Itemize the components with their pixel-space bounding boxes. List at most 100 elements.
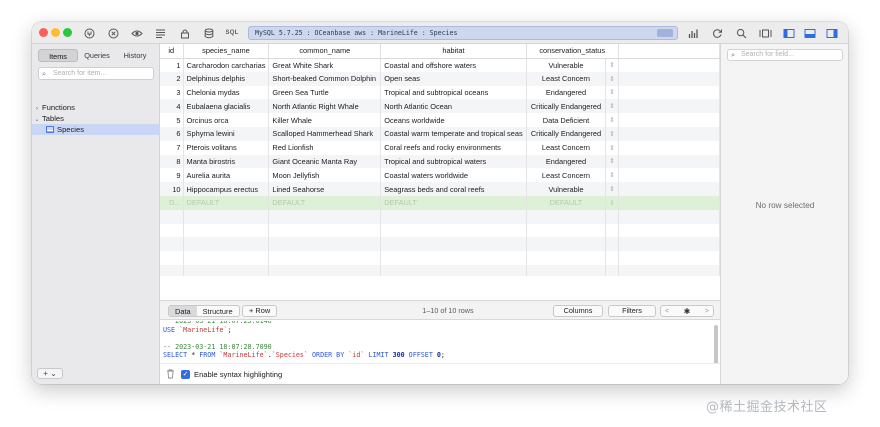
tree-item-tables[interactable]: ⌄ Tables [32,113,160,124]
cell-id[interactable]: 10 [160,182,184,196]
cell-conservation-status[interactable]: Critically Endangered [526,99,607,114]
column-header-id[interactable]: id [160,44,184,59]
new-cell-id[interactable]: D... [160,195,184,210]
sidebar-search-input[interactable]: ⌕ Search for item... [38,67,154,80]
cell-species-name[interactable]: Hippocampus erectus [183,182,270,196]
syntax-highlighting-checkbox[interactable]: ✓ [181,370,190,379]
column-header-species-name[interactable]: species_name [183,44,270,59]
cell-id[interactable]: 7 [160,140,184,155]
stop-icon[interactable] [106,26,120,40]
cell-habitat[interactable]: Coral reefs and rocky environments [380,140,527,155]
status-stepper-icon[interactable]: ⇕ [605,168,619,183]
cell-species-name[interactable]: Manta birostris [183,154,270,169]
cell-common-name[interactable]: Lined Seahorse [268,182,382,196]
tab-queries[interactable]: Queries [78,49,116,62]
cell-species-name[interactable]: Orcinus orca [183,113,270,127]
table-row[interactable]: 6 Sphyrna lewini Scalloped Hammerhead Shar… [160,126,720,141]
cell-common-name[interactable]: Scalloped Hammerhead Shark [268,126,382,141]
status-stepper-icon[interactable]: ⇕ [605,140,619,155]
cell-habitat[interactable]: Oceans worldwide [380,113,527,127]
database-icon[interactable] [202,26,216,40]
close-window-button[interactable] [39,28,48,37]
cell-species-name[interactable]: Carcharodon carcharias [183,58,270,72]
cell-id[interactable]: 5 [160,113,184,127]
cell-common-name[interactable]: Red Lionfish [268,140,382,155]
new-cell-species-name[interactable]: DEFAULT [183,195,270,210]
list-icon[interactable] [153,26,167,40]
new-cell-habitat[interactable]: DEFAULT [380,195,527,210]
trash-icon[interactable] [166,369,175,381]
cell-conservation-status[interactable]: Least Concern [526,71,607,86]
status-stepper-icon[interactable]: ⇕ [605,113,619,127]
status-stepper-icon[interactable]: ⇕ [605,126,619,141]
cell-species-name[interactable]: Pterois volitans [183,140,270,155]
column-header-common-name[interactable]: common_name [268,44,382,59]
cell-species-name[interactable]: Aurelia aurita [183,168,270,183]
cell-common-name[interactable]: Green Sea Turtle [268,85,382,100]
status-stepper-icon[interactable]: ⇕ [605,195,619,210]
next-page-button[interactable]: > [705,308,709,315]
cell-conservation-status[interactable]: Data Deficient [526,113,607,127]
cell-id[interactable]: 4 [160,99,184,114]
cell-habitat[interactable]: Open seas [380,71,527,86]
cell-habitat[interactable]: Coastal waters worldwide [380,168,527,183]
cell-common-name[interactable]: Moon Jellyfish [268,168,382,183]
cell-id[interactable]: 3 [160,85,184,100]
cell-habitat[interactable]: Tropical and subtropical oceans [380,85,527,100]
status-stepper-icon[interactable]: ⇕ [605,58,619,72]
cell-conservation-status[interactable]: Vulnerable [526,58,607,72]
tab-items[interactable]: Items [38,49,78,62]
preview-eye-icon[interactable] [130,26,144,40]
status-stepper-icon[interactable]: ⇕ [605,85,619,100]
status-stepper-icon[interactable]: ⇕ [605,154,619,169]
cell-conservation-status[interactable]: Endangered [526,154,607,169]
cell-habitat[interactable]: Coastal and offshore waters [380,58,527,72]
new-cell-common-name[interactable]: DEFAULT [268,195,382,210]
cell-common-name[interactable]: Great White Shark [268,58,382,72]
table-row[interactable]: 10 Hippocampus erectus Lined Seahorse Seagr… [160,182,720,196]
tab-history[interactable]: History [116,49,154,62]
cell-id[interactable]: 8 [160,154,184,169]
table-row[interactable]: 2 Delphinus delphis Short-beaked Common Do… [160,71,720,86]
cell-habitat[interactable]: North Atlantic Ocean [380,99,527,114]
cell-species-name[interactable]: Eubalaena glacialis [183,99,270,114]
toggle-left-panel-icon[interactable] [782,26,796,40]
cell-id[interactable]: 9 [160,168,184,183]
cell-conservation-status[interactable]: Least Concern [526,140,607,155]
cell-conservation-status[interactable]: Least Concern [526,168,607,183]
refresh-icon[interactable] [710,26,724,40]
cell-id[interactable]: 1 [160,58,184,72]
cell-habitat[interactable]: Coastal warm temperate and tropical seas [380,126,527,141]
previous-page-button[interactable]: < [665,308,669,315]
table-row[interactable]: 9 Aurelia aurita Moon Jellyfish Coastal wat… [160,168,720,183]
cell-conservation-status[interactable]: Endangered [526,85,607,100]
cell-species-name[interactable]: Delphinus delphis [183,71,270,86]
cell-habitat[interactable]: Seagrass beds and coral reefs [380,182,527,196]
new-row[interactable]: D... DEFAULT DEFAULT DEFAULT DEFAULT ⇕ [160,195,720,210]
search-icon[interactable] [734,26,748,40]
field-search-input[interactable]: ⌕ Search for field... [727,49,843,61]
cell-conservation-status[interactable]: Critically Endangered [526,126,607,141]
table-row[interactable]: 1 Carcharodon carcharias Great White Shark… [160,58,720,72]
chart-icon[interactable] [686,26,700,40]
cell-id[interactable]: 2 [160,71,184,86]
toggle-right-panel-icon[interactable] [825,26,839,40]
gear-icon[interactable]: ✱ [684,307,691,316]
column-header-conservation-status[interactable]: conservation_status [526,44,619,59]
new-cell-conservation-status[interactable]: DEFAULT [526,195,607,210]
table-row[interactable]: 4 Eubalaena glacialis North Atlantic Right… [160,99,720,114]
cell-common-name[interactable]: Short-beaked Common Dolphin [268,71,382,86]
tab-structure[interactable]: Structure [197,306,239,316]
columns-button[interactable]: Columns [553,305,603,317]
lock-icon[interactable] [178,26,192,40]
tab-data[interactable]: Data [169,306,197,316]
sidebar-add-button[interactable]: + ⌄ [37,368,63,379]
table-row[interactable]: 3 Chelonia mydas Green Sea Turtle Tropical … [160,85,720,100]
status-stepper-icon[interactable]: ⇕ [605,182,619,196]
column-header-habitat[interactable]: habitat [380,44,527,59]
table-row[interactable]: 5 Orcinus orca Killer Whale Oceans worldwid… [160,113,720,127]
status-stepper-icon[interactable]: ⇕ [605,71,619,86]
cell-species-name[interactable]: Sphyrna lewini [183,126,270,141]
cell-id[interactable]: 6 [160,126,184,141]
zoom-window-button[interactable] [63,28,72,37]
